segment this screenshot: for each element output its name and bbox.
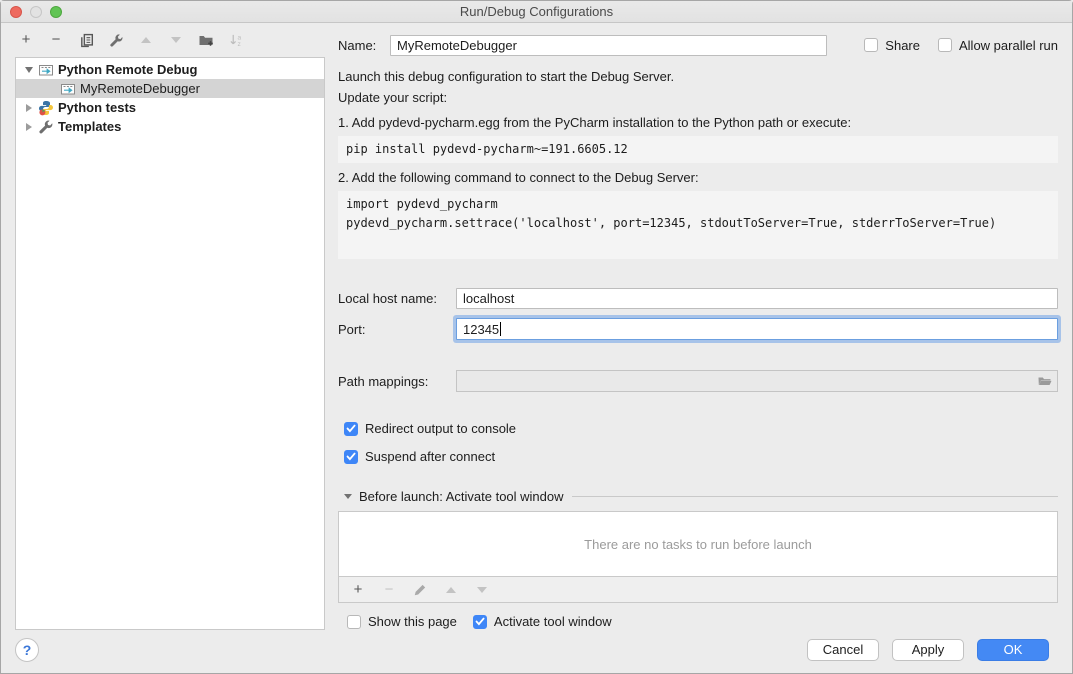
tree-item-label: Templates bbox=[58, 119, 121, 134]
remove-task-button[interactable]: − bbox=[381, 582, 397, 598]
allow-parallel-run-checkbox[interactable]: Allow parallel run bbox=[938, 38, 1058, 53]
checkbox-checked-icon bbox=[473, 615, 487, 629]
dialog-footer: ? Cancel Apply OK bbox=[1, 630, 1072, 673]
add-configuration-button[interactable]: + bbox=[18, 32, 34, 48]
show-this-page-checkbox[interactable]: Show this page bbox=[347, 614, 457, 629]
tree-item-python-tests[interactable]: Python tests bbox=[16, 98, 324, 117]
checkbox-checked-icon bbox=[344, 450, 358, 464]
before-launch-task-list: There are no tasks to run before launch bbox=[338, 511, 1058, 577]
remove-configuration-button[interactable]: − bbox=[48, 32, 64, 48]
chevron-down-icon bbox=[25, 67, 33, 73]
settrace-code: import pydevd_pycharmpydevd_pycharm.sett… bbox=[338, 191, 1058, 259]
tree-item-templates[interactable]: Templates bbox=[16, 117, 324, 136]
step-2-text: 2. Add the following command to connect … bbox=[338, 168, 1058, 188]
move-down-icon bbox=[477, 587, 487, 593]
cancel-button[interactable]: Cancel bbox=[807, 639, 879, 661]
wrench-icon bbox=[109, 33, 124, 48]
copy-configuration-button[interactable] bbox=[78, 32, 94, 48]
name-input[interactable] bbox=[390, 35, 827, 56]
section-divider bbox=[572, 496, 1058, 497]
add-icon: + bbox=[22, 32, 31, 48]
configurations-sidebar: + − az Python Remote Debug bbox=[1, 24, 332, 673]
window-title: Run/Debug Configurations bbox=[1, 4, 1072, 19]
tree-item-label: MyRemoteDebugger bbox=[80, 81, 200, 96]
before-launch-section-header[interactable]: Before launch: Activate tool window bbox=[338, 489, 1058, 504]
checkbox-unchecked-icon bbox=[864, 38, 878, 52]
move-task-down-button[interactable] bbox=[474, 582, 490, 598]
port-value: 12345 bbox=[463, 322, 499, 337]
move-down-icon bbox=[171, 37, 181, 43]
apply-button[interactable]: Apply bbox=[892, 639, 964, 661]
checkbox-unchecked-icon bbox=[347, 615, 361, 629]
allow-parallel-run-label: Allow parallel run bbox=[959, 38, 1058, 53]
move-down-button[interactable] bbox=[168, 32, 184, 48]
pencil-icon bbox=[413, 583, 427, 597]
move-up-button[interactable] bbox=[138, 32, 154, 48]
question-mark-icon: ? bbox=[23, 642, 32, 658]
intro-line-2: Update your script: bbox=[338, 87, 1058, 108]
ok-button[interactable]: OK bbox=[977, 639, 1049, 661]
new-folder-icon bbox=[198, 32, 214, 48]
move-task-up-button[interactable] bbox=[443, 582, 459, 598]
move-up-icon bbox=[141, 37, 151, 43]
name-label: Name: bbox=[338, 38, 390, 53]
suspend-after-connect-label: Suspend after connect bbox=[365, 449, 495, 464]
remove-icon: − bbox=[385, 582, 394, 598]
chevron-right-icon bbox=[26, 123, 32, 131]
before-launch-title: Before launch: Activate tool window bbox=[359, 489, 564, 504]
new-folder-button[interactable] bbox=[198, 32, 214, 48]
help-button[interactable]: ? bbox=[15, 638, 39, 662]
local-host-name-label: Local host name: bbox=[338, 291, 456, 306]
edit-templates-button[interactable] bbox=[108, 32, 124, 48]
add-task-button[interactable]: + bbox=[350, 582, 366, 598]
configuration-form: Name: Share Allow parallel run Launch th… bbox=[338, 24, 1058, 629]
chevron-right-icon bbox=[26, 104, 32, 112]
tree-item-label: Python tests bbox=[58, 100, 136, 115]
chevron-down-icon bbox=[344, 494, 352, 499]
remove-icon: − bbox=[52, 32, 61, 48]
sort-alpha-icon: az bbox=[229, 33, 244, 48]
intro-line-1: Launch this debug configuration to start… bbox=[338, 66, 1058, 87]
share-checkbox[interactable]: Share bbox=[864, 38, 920, 53]
code-line-2: pydevd_pycharm.settrace('localhost', por… bbox=[346, 214, 1050, 233]
tree-item-label: Python Remote Debug bbox=[58, 62, 197, 77]
activate-tool-window-label: Activate tool window bbox=[494, 614, 612, 629]
no-tasks-message: There are no tasks to run before launch bbox=[584, 537, 812, 552]
edit-task-button[interactable] bbox=[412, 582, 428, 598]
redirect-output-label: Redirect output to console bbox=[365, 421, 516, 436]
configurations-tree: Python Remote Debug MyRemoteDebugger Pyt… bbox=[15, 57, 325, 630]
run-debug-configurations-dialog: Run/Debug Configurations + − az bbox=[0, 0, 1073, 674]
tree-item-myremotedebugger[interactable]: MyRemoteDebugger bbox=[16, 79, 324, 98]
path-mappings-input[interactable] bbox=[456, 370, 1058, 392]
remote-debug-icon bbox=[38, 62, 54, 78]
sidebar-toolbar: + − az bbox=[1, 24, 332, 56]
svg-text:z: z bbox=[237, 41, 240, 48]
wrench-icon bbox=[38, 119, 54, 135]
port-input[interactable]: 12345 bbox=[456, 318, 1058, 340]
pip-install-code: pip install pydevd-pycharm~=191.6605.12 bbox=[338, 136, 1058, 163]
redirect-output-checkbox[interactable]: Redirect output to console bbox=[344, 421, 1058, 436]
remote-debug-icon bbox=[60, 81, 76, 97]
sort-configurations-button[interactable]: az bbox=[228, 32, 244, 48]
text-cursor bbox=[500, 322, 501, 336]
tree-item-python-remote-debug[interactable]: Python Remote Debug bbox=[16, 60, 324, 79]
code-line-1: import pydevd_pycharm bbox=[346, 195, 1050, 214]
copy-icon bbox=[79, 33, 94, 48]
browse-folder-icon[interactable] bbox=[1037, 373, 1053, 389]
checkbox-unchecked-icon bbox=[938, 38, 952, 52]
move-up-icon bbox=[446, 587, 456, 593]
step-1-text: 1. Add pydevd-pycharm.egg from the PyCha… bbox=[338, 113, 1058, 133]
title-bar: Run/Debug Configurations bbox=[1, 1, 1072, 23]
python-tests-icon bbox=[38, 100, 54, 116]
suspend-after-connect-checkbox[interactable]: Suspend after connect bbox=[344, 449, 1058, 464]
checkbox-checked-icon bbox=[344, 422, 358, 436]
path-mappings-label: Path mappings: bbox=[338, 374, 456, 389]
task-list-toolbar: + − bbox=[338, 577, 1058, 603]
add-icon: + bbox=[354, 582, 363, 598]
activate-tool-window-checkbox[interactable]: Activate tool window bbox=[473, 614, 612, 629]
share-label: Share bbox=[885, 38, 920, 53]
local-host-name-input[interactable] bbox=[456, 288, 1058, 309]
port-label: Port: bbox=[338, 322, 456, 337]
show-this-page-label: Show this page bbox=[368, 614, 457, 629]
